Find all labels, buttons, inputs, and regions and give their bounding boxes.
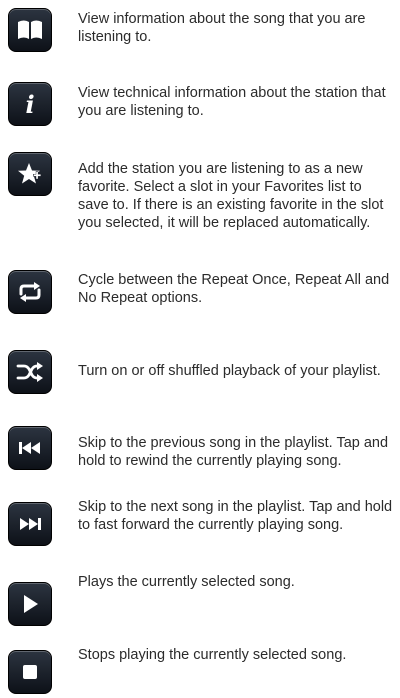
item-description: View information about the song that you…	[78, 11, 366, 45]
book-icon	[8, 8, 52, 52]
item-description: Cycle between the Repeat Once, Repeat Al…	[78, 272, 390, 306]
item-description: Add the station you are listening to as …	[78, 161, 384, 231]
add-favorite-star-icon	[8, 152, 52, 196]
previous-track-icon	[8, 426, 52, 470]
item-description: Stops playing the currently selected son…	[78, 647, 347, 663]
button-reference-list: View information about the song that you…	[0, 0, 400, 698]
shuffle-icon	[8, 350, 52, 394]
item-description: Skip to the next song in the playlist. T…	[78, 499, 393, 533]
item-description: Skip to the previous song in the playlis…	[78, 435, 389, 469]
item-description: Plays the currently selected song.	[78, 574, 295, 590]
stop-icon	[8, 650, 52, 694]
info-icon: i	[8, 82, 52, 126]
item-description: View technical information about the sta…	[78, 85, 386, 119]
item-description: Turn on or off shuffled playback of your…	[78, 363, 381, 379]
next-track-icon	[8, 502, 52, 546]
play-icon	[8, 582, 52, 626]
repeat-icon	[8, 270, 52, 314]
svg-text:i: i	[25, 90, 34, 118]
